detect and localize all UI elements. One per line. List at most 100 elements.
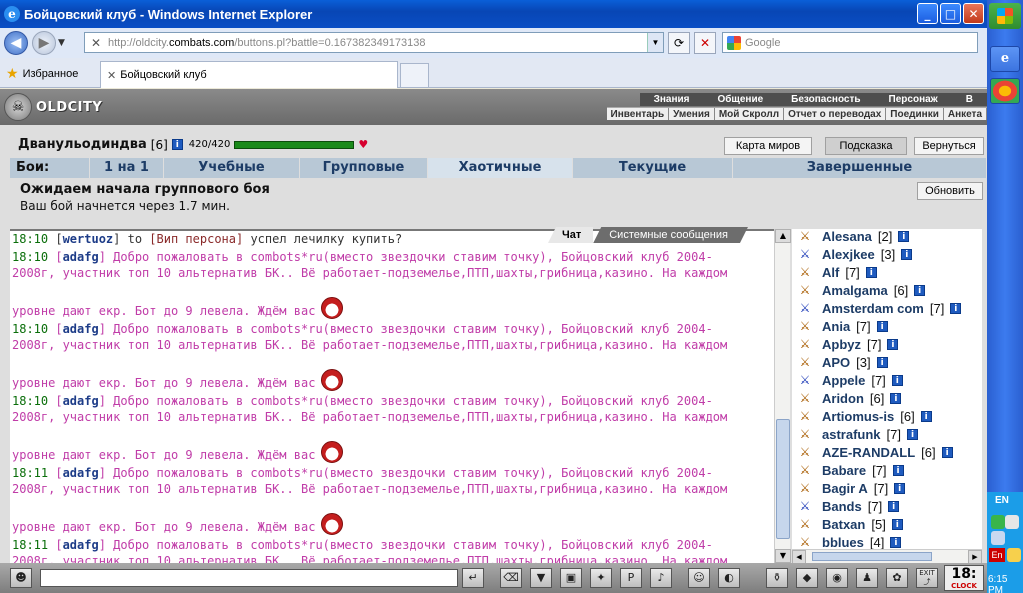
history-dropdown-icon[interactable]: ▼: [58, 38, 70, 48]
info-icon[interactable]: i: [890, 536, 902, 548]
sword-icon[interactable]: ⚔: [794, 229, 816, 244]
online-player[interactable]: ⚔ Artiomus-is [6] i: [794, 407, 932, 425]
address-bar[interactable]: ✕ http://oldcity.combats.com/buttons.pl?…: [84, 32, 664, 53]
player-name[interactable]: Amsterdam com: [822, 301, 924, 316]
keyboard-layout[interactable]: En: [989, 548, 1005, 562]
sword-icon[interactable]: ⚔: [794, 534, 816, 549]
online-player[interactable]: ⚔ Amalgama [6] i: [794, 281, 926, 299]
submenu-skills[interactable]: Умения: [669, 108, 715, 120]
speaker-icon[interactable]: ☻: [10, 568, 32, 588]
menu-knowledge[interactable]: Знания: [640, 93, 704, 106]
tab-group[interactable]: Групповые: [300, 158, 428, 178]
game-logo[interactable]: ☠ OLDCITY: [4, 93, 114, 121]
chat-input[interactable]: [40, 569, 458, 587]
message-to-nick[interactable]: [Вип персона]: [149, 232, 243, 246]
online-player[interactable]: ⚔ Ania [7] i: [794, 317, 888, 335]
scroll-down-icon[interactable]: ▼: [775, 549, 791, 563]
language-indicator[interactable]: EN: [995, 495, 1009, 506]
player-name[interactable]: Alesana: [822, 229, 872, 244]
sword-icon[interactable]: ⚔: [794, 354, 816, 370]
player-name[interactable]: APO: [822, 355, 850, 370]
sword-icon[interactable]: ⚔: [794, 516, 816, 532]
address-dropdown-icon[interactable]: ▼: [647, 33, 663, 52]
sword-icon[interactable]: ⚔: [794, 318, 816, 334]
submenu-scroll[interactable]: Мой Скролл: [715, 108, 785, 120]
online-player[interactable]: ⚔ Alf [7] i: [794, 263, 877, 281]
tab-current[interactable]: Текущие: [573, 158, 733, 178]
exit-icon[interactable]: EXIT ⤴: [916, 568, 938, 588]
online-player[interactable]: ⚔ AZE-RANDALL [6] i: [794, 443, 953, 461]
scroll-right-icon[interactable]: ▶: [968, 550, 982, 564]
tab-chat[interactable]: Чат: [548, 227, 594, 243]
info-icon[interactable]: i: [914, 284, 926, 296]
player-name[interactable]: Ania: [822, 319, 850, 334]
player-name[interactable]: Aridon: [822, 391, 864, 406]
info-icon[interactable]: i: [876, 356, 888, 368]
info-icon[interactable]: i: [898, 230, 910, 242]
online-player[interactable]: ⚔ Bands [7] i: [794, 497, 900, 515]
online-player[interactable]: ⚔ Aridon [6] i: [794, 389, 902, 407]
info-icon[interactable]: i: [891, 518, 903, 530]
tab-finished[interactable]: Завершенные: [733, 158, 987, 178]
info-icon[interactable]: i: [888, 500, 900, 512]
info-icon[interactable]: i: [920, 410, 932, 422]
submenu-battles[interactable]: Поединки: [886, 108, 944, 120]
message-nick[interactable]: adafg: [63, 250, 99, 264]
info-icon[interactable]: i: [907, 428, 918, 440]
ninja-icon[interactable]: ◉: [826, 568, 848, 588]
sword-icon[interactable]: ⚔: [794, 372, 816, 388]
info-icon[interactable]: i: [901, 248, 913, 260]
sword-icon[interactable]: ⚔: [794, 462, 816, 478]
sword-icon[interactable]: ⚔: [794, 336, 816, 352]
online-player[interactable]: ⚔ Apbyz [7] i: [794, 335, 899, 353]
sword-icon[interactable]: ⚔: [794, 300, 816, 316]
online-player[interactable]: ⚔ astrafunk [7] i: [794, 425, 918, 443]
volume-icon[interactable]: [1005, 515, 1019, 529]
smiley-icon[interactable]: ☺: [688, 568, 710, 588]
player-name[interactable]: Alf: [822, 265, 839, 280]
submenu-profile[interactable]: Анкета: [944, 108, 987, 120]
refresh-button[interactable]: Обновить: [917, 182, 983, 200]
usb-icon[interactable]: [1007, 548, 1021, 562]
online-player[interactable]: ⚔ Babare [7] i: [794, 461, 904, 479]
player-name[interactable]: Bagir A: [822, 481, 868, 496]
info-icon[interactable]: i: [891, 374, 903, 386]
sword-icon[interactable]: ⚔: [794, 498, 816, 514]
online-player[interactable]: ⚔ Bagir A [7] i: [794, 479, 906, 497]
info-icon[interactable]: i: [171, 139, 183, 150]
player-name[interactable]: Apbyz: [822, 337, 861, 352]
minimize-button[interactable]: _: [917, 3, 938, 24]
network-icon[interactable]: [991, 515, 1005, 529]
message-nick[interactable]: adafg: [63, 466, 99, 480]
player-name[interactable]: AZE-RANDALL: [822, 445, 915, 460]
tab-system-messages[interactable]: Системные сообщения: [593, 227, 748, 243]
player-name[interactable]: astrafunk: [822, 427, 881, 442]
sword-icon[interactable]: ⚔: [794, 426, 816, 442]
info-icon[interactable]: i: [892, 464, 904, 476]
fighter-icon[interactable]: ✦: [590, 568, 612, 588]
scroll-thumb[interactable]: [776, 419, 790, 539]
sword-icon[interactable]: ⚔: [794, 282, 816, 298]
tab-one-on-one[interactable]: 1 на 1: [90, 158, 164, 178]
scroll-up-icon[interactable]: ▲: [775, 229, 791, 243]
player-name[interactable]: Artiomus-is: [822, 409, 894, 424]
search-input[interactable]: Google: [722, 32, 978, 53]
online-player[interactable]: ⚔ Appele [7] i: [794, 371, 903, 389]
eraser-icon[interactable]: ⌫: [500, 568, 522, 588]
save-icon[interactable]: ▣: [560, 568, 582, 588]
info-icon[interactable]: i: [941, 446, 953, 458]
online-player[interactable]: ⚔ Amsterdam com [7] i: [794, 299, 962, 317]
monitor-icon[interactable]: [991, 531, 1005, 545]
player-name[interactable]: Bands: [822, 499, 862, 514]
player-name[interactable]: Alexjkee: [822, 247, 875, 262]
stop-icon[interactable]: ✕: [694, 32, 716, 54]
hscroll-thumb[interactable]: [812, 552, 932, 561]
tab-training[interactable]: Учебные: [164, 158, 300, 178]
hint-button[interactable]: Подсказка: [825, 137, 907, 155]
return-button[interactable]: Вернуться: [914, 137, 984, 155]
submenu-inventory[interactable]: Инвентарь: [607, 108, 670, 120]
chat-scrollbar[interactable]: ▲ ▼: [774, 229, 791, 563]
taskbar-ie-icon[interactable]: e: [990, 46, 1020, 72]
online-player[interactable]: ⚔ APO [3] i: [794, 353, 888, 371]
player-name[interactable]: bblues: [822, 535, 864, 550]
